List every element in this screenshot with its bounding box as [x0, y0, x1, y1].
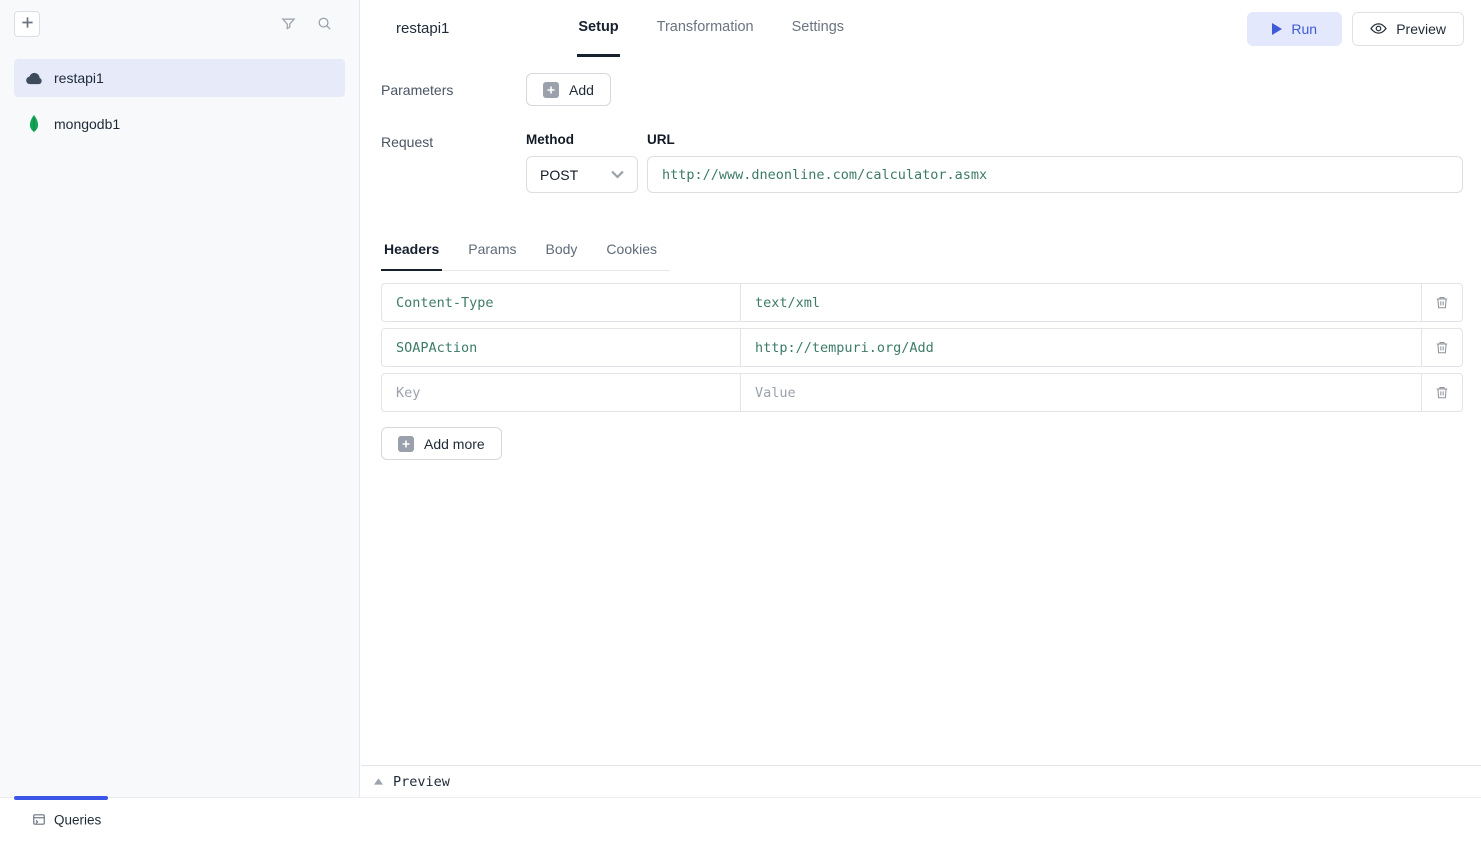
bottom-bar: Queries: [0, 797, 1481, 841]
trash-icon: [1435, 385, 1449, 400]
active-tab-indicator: [14, 796, 108, 800]
header-row: [381, 328, 1463, 367]
page-title: restapi1: [396, 20, 449, 37]
run-button-label: Run: [1291, 21, 1317, 37]
header-row: [381, 283, 1463, 322]
query-editor: restapi1 Setup Transformation Settings R…: [361, 0, 1481, 797]
plus-icon: [21, 16, 34, 32]
add-more-header-button[interactable]: Add more: [381, 427, 502, 460]
request-label: Request: [381, 132, 526, 193]
parameters-row: Parameters Add: [381, 73, 1463, 106]
trash-icon: [1435, 340, 1449, 355]
tab-setup[interactable]: Setup: [577, 0, 619, 57]
delete-header-button[interactable]: [1421, 328, 1463, 367]
sidebar-item-label: restapi1: [54, 70, 104, 86]
play-icon: [1272, 23, 1282, 35]
filter-icon[interactable]: [277, 13, 299, 35]
response-panel-header[interactable]: Preview: [361, 765, 1481, 797]
setup-panel: Parameters Add Request Method POST: [361, 57, 1481, 460]
method-select[interactable]: POST: [526, 156, 638, 193]
editor-header: restapi1 Setup Transformation Settings R…: [361, 0, 1481, 57]
subtab-body[interactable]: Body: [543, 232, 581, 271]
header-key-input[interactable]: [381, 283, 741, 322]
sidebar-item-label: mongodb1: [54, 116, 120, 132]
queries-tab-label: Queries: [54, 812, 101, 827]
header-value-input[interactable]: [740, 328, 1422, 367]
plus-icon: [543, 82, 559, 98]
mongodb-leaf-icon: [25, 115, 43, 133]
add-parameter-label: Add: [569, 82, 594, 98]
search-icon[interactable]: [313, 13, 335, 35]
tab-queries[interactable]: Queries: [32, 812, 101, 827]
preview-button-label: Preview: [1396, 21, 1446, 37]
response-panel-label: Preview: [393, 774, 450, 790]
header-row: [381, 373, 1463, 412]
url-label: URL: [647, 132, 1463, 147]
header-actions: Run Preview: [1247, 12, 1464, 46]
request-row: Request Method POST URL: [381, 132, 1463, 193]
subtab-headers[interactable]: Headers: [381, 232, 442, 271]
chevron-down-icon: [611, 170, 624, 179]
subtab-cookies[interactable]: Cookies: [603, 232, 660, 271]
header-value-input[interactable]: [740, 283, 1422, 322]
url-column: URL: [647, 132, 1463, 193]
rest-api-cloud-icon: [25, 72, 43, 85]
method-label: Method: [526, 132, 638, 147]
parameters-label: Parameters: [381, 82, 526, 98]
header-key-input[interactable]: [381, 328, 741, 367]
trash-icon: [1435, 295, 1449, 310]
header-key-input[interactable]: [381, 373, 741, 412]
add-parameter-button[interactable]: Add: [526, 73, 611, 106]
collapse-caret-icon[interactable]: [374, 778, 383, 785]
preview-button[interactable]: Preview: [1352, 12, 1464, 46]
request-subtabs: Headers Params Body Cookies: [381, 232, 670, 271]
plus-icon: [398, 436, 414, 452]
add-more-label: Add more: [424, 436, 485, 452]
subtab-params[interactable]: Params: [465, 232, 519, 271]
sidebar-item-restapi1[interactable]: restapi1: [14, 59, 345, 97]
method-column: Method POST: [526, 132, 638, 193]
query-list: restapi1 mongodb1: [0, 47, 359, 143]
method-value: POST: [540, 167, 578, 183]
url-input[interactable]: [647, 156, 1463, 193]
tab-transformation[interactable]: Transformation: [656, 0, 755, 57]
sidebar-item-mongodb1[interactable]: mongodb1: [14, 105, 345, 143]
run-button[interactable]: Run: [1247, 12, 1342, 46]
delete-header-button[interactable]: [1421, 373, 1463, 412]
eye-icon: [1370, 22, 1387, 35]
tab-settings[interactable]: Settings: [791, 0, 845, 57]
editor-tabs: Setup Transformation Settings: [577, 0, 845, 57]
headers-list: [381, 283, 1463, 412]
sidebar: restapi1 mongodb1: [0, 0, 360, 797]
queries-icon: [32, 813, 46, 827]
delete-header-button[interactable]: [1421, 283, 1463, 322]
new-query-button[interactable]: [14, 11, 40, 37]
header-value-input[interactable]: [740, 373, 1422, 412]
sidebar-header: [0, 0, 359, 47]
